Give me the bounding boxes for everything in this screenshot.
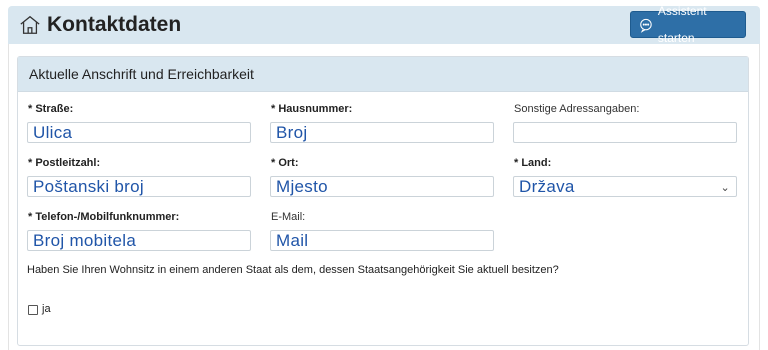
land-select[interactable]: Država ⌄ [513, 176, 737, 197]
card-header: Aktuelle Anschrift und Erreichbarkeit [18, 57, 748, 92]
sonstige-input[interactable] [513, 122, 737, 143]
assistant-start-button[interactable]: Assistent starten [630, 4, 746, 45]
strasse-label: * Straße: [28, 103, 74, 115]
frame-left-border [8, 44, 9, 350]
sonstige-label: Sonstige Adressangaben: [514, 103, 640, 115]
page-header: Kontaktdaten Assistent starten [8, 4, 760, 45]
ja-checkbox-label[interactable]: ja [42, 303, 51, 315]
email-label: E-Mail: [271, 211, 306, 223]
ort-input[interactable]: Mjesto [270, 176, 494, 197]
frame-right-border [759, 44, 760, 350]
email-input[interactable]: Mail [270, 230, 494, 251]
plz-label: * Postleitzahl: [28, 157, 101, 169]
card-title: Aktuelle Anschrift und Erreichbarkeit [29, 66, 254, 82]
house-icon [20, 15, 40, 34]
hausnummer-input[interactable]: Broj [270, 122, 494, 143]
page-title: Kontaktdaten [47, 13, 182, 36]
chevron-down-icon: ⌄ [720, 182, 730, 194]
hausnummer-label: * Hausnummer: [271, 103, 353, 115]
strasse-input[interactable]: Ulica [27, 122, 251, 143]
residence-question: Haben Sie Ihren Wohnsitz in einem andere… [27, 264, 559, 276]
ort-label: * Ort: [271, 157, 299, 169]
land-select-value: Država [519, 177, 575, 196]
land-label: * Land: [514, 157, 552, 169]
ja-checkbox[interactable] [28, 305, 38, 315]
chat-bubble-icon [640, 18, 652, 33]
address-card: Aktuelle Anschrift und Erreichbarkeit [17, 56, 749, 346]
telefon-input[interactable]: Broj mobitela [27, 230, 251, 251]
plz-input[interactable]: Poštanski broj [27, 176, 251, 197]
assistant-button-label: Assistent starten [657, 3, 707, 45]
telefon-label: * Telefon-/Mobilfunknummer: [28, 211, 180, 223]
